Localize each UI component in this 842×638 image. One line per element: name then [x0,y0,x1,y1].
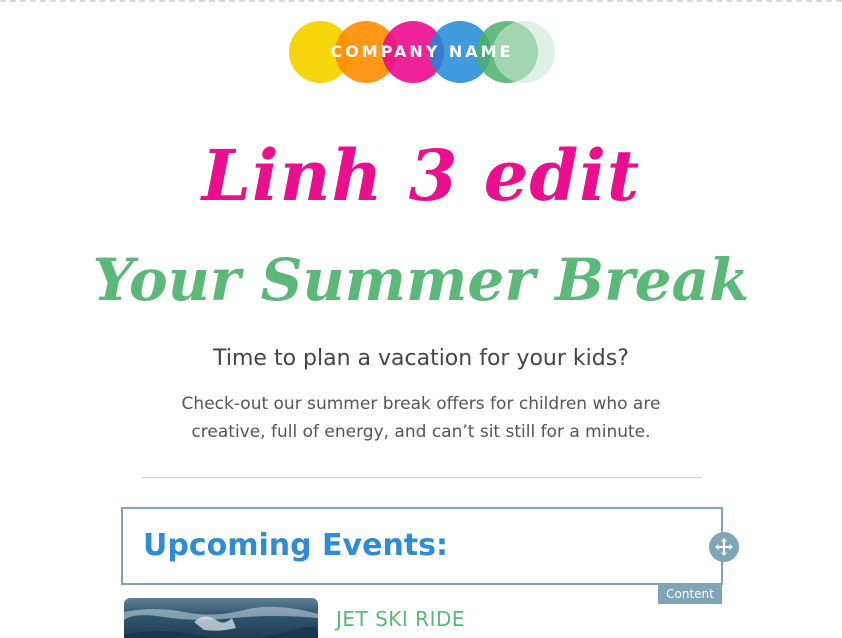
events-content-block[interactable]: Upcoming Events: [121,507,723,585]
event-title[interactable]: JET SKI RIDE [336,605,465,633]
hero-subtitle: Your Summer Break [92,246,750,314]
hero-description: Check-out our summer break offers for ch… [181,394,661,442]
canvas-top-border [0,0,842,2]
ocean-wave-photo [124,598,318,638]
hero-title: Linh 3 edit [201,134,641,217]
events-heading[interactable]: Upcoming Events: [143,509,448,583]
event-image[interactable] [124,598,318,638]
content-block-tag[interactable]: Content [658,584,722,604]
logo-text: COMPANY NAME [330,42,514,61]
section-divider [142,477,702,478]
company-logo[interactable]: COMPANY NAME [288,20,556,84]
move-arrows-icon[interactable] [709,532,739,562]
hero-tagline: Time to plan a vacation for your kids? [213,346,629,371]
email-canvas: COMPANY NAME Linh 3 edit Your Summer Bre… [0,0,842,638]
